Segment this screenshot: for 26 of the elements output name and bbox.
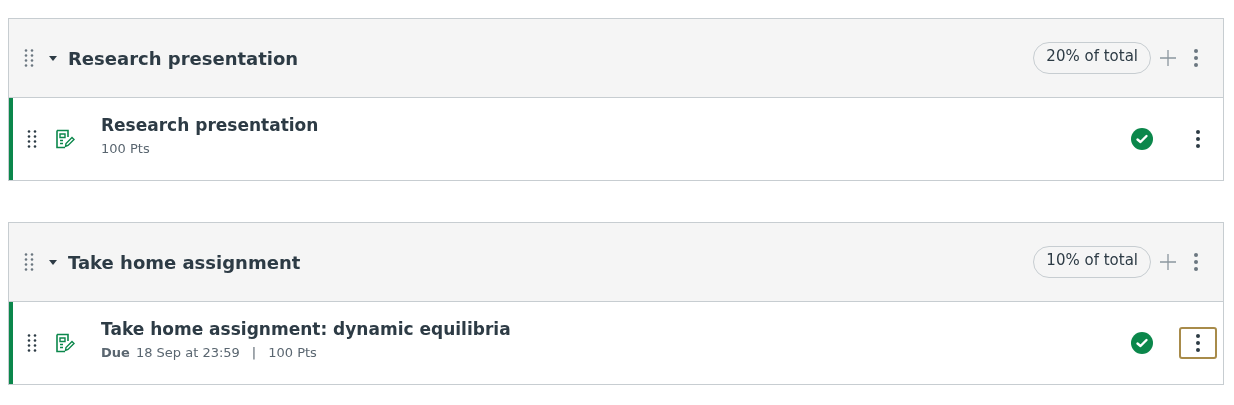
due-date: 18 Sep at 23:59 [135, 344, 240, 360]
weight-badge: 20% of total [1033, 42, 1151, 74]
group-title: Take home assignment [68, 251, 301, 273]
drag-handle-icon[interactable] [27, 129, 37, 149]
more-options-icon [1195, 129, 1201, 149]
drag-handle-icon[interactable] [27, 333, 37, 353]
collapse-toggle[interactable] [48, 257, 58, 267]
collapse-toggle[interactable] [48, 53, 58, 63]
published-check-icon[interactable] [1131, 128, 1153, 150]
assignment-icon [55, 333, 75, 353]
assignment-icon [55, 129, 75, 149]
points: 100 Pts [101, 140, 150, 156]
more-options-button[interactable] [1179, 327, 1217, 359]
assignment-title[interactable]: Take home assignment: dynamic equilibria [101, 318, 511, 339]
drag-handle-icon[interactable] [24, 48, 34, 68]
separator: | [251, 344, 257, 360]
points: 100 Pts [268, 344, 317, 360]
more-options-icon [1195, 333, 1201, 353]
drag-handle-icon[interactable] [24, 252, 34, 272]
published-check-icon[interactable] [1131, 332, 1153, 354]
due-label: Due [101, 344, 130, 360]
weight-badge: 10% of total [1033, 246, 1151, 278]
more-options-icon[interactable] [1193, 48, 1199, 68]
group-title: Research presentation [68, 47, 299, 69]
assignment-title[interactable]: Research presentation [101, 114, 319, 135]
more-options-icon[interactable] [1193, 252, 1199, 272]
